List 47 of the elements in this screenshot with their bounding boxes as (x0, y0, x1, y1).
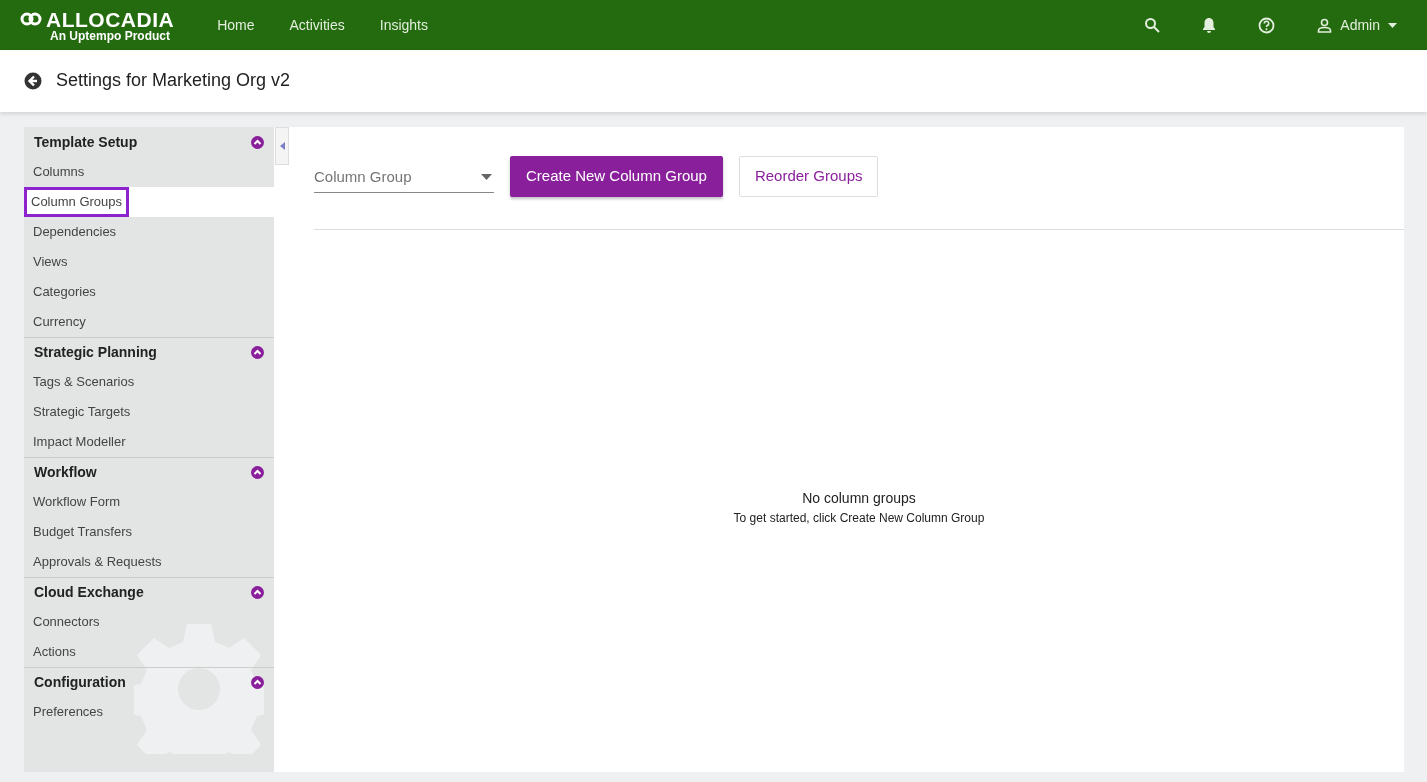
caret-left-icon (279, 142, 285, 150)
section-title: Strategic Planning (34, 343, 157, 362)
sidebar-item[interactable]: Impact Modeller (30, 432, 129, 452)
brand-tagline: An Uptempo Product (50, 29, 171, 42)
caret-icon (1388, 22, 1397, 28)
collapse-chevron-icon[interactable] (251, 466, 264, 479)
sidebar-item[interactable]: Columns (30, 162, 88, 182)
sidebar-item[interactable]: Currency (30, 312, 89, 332)
sidebar-item[interactable]: Connectors (30, 612, 103, 632)
sidebar-item[interactable]: Column Groups (24, 187, 130, 217)
sidebar-item[interactable]: Dependencies (30, 222, 120, 242)
create-group-button[interactable]: Create New Column Group (510, 156, 723, 197)
sidebar-item[interactable]: Tags & Scenarios (30, 372, 138, 392)
nav-link[interactable]: Insights (379, 14, 428, 36)
collapse-chevron-icon[interactable] (251, 135, 264, 149)
section-title: Cloud Exchange (34, 583, 144, 602)
logo-icon (20, 11, 42, 27)
sidebar-item[interactable]: Actions (30, 642, 79, 662)
user-menu[interactable]: Admin (1317, 14, 1397, 36)
sidebar-item[interactable]: Approvals & Requests (30, 552, 165, 572)
collapse-sidebar-button[interactable] (275, 127, 289, 165)
sidebar-item[interactable]: Workflow Form (30, 492, 124, 512)
collapse-chevron-icon[interactable] (251, 346, 264, 359)
nav-link[interactable]: Activities (289, 14, 345, 36)
reorder-groups-button[interactable]: Reorder Groups (738, 156, 879, 197)
sidebar-item[interactable]: Budget Transfers (30, 522, 135, 542)
user-icon (1317, 17, 1333, 33)
empty-state-hint: To get started, click Create New Column Group (733, 509, 985, 527)
collapse-chevron-icon[interactable] (251, 676, 264, 689)
back-icon[interactable] (24, 72, 42, 90)
section-title: Workflow (34, 463, 97, 482)
sidebar-item[interactable]: Categories (30, 282, 99, 302)
empty-state-title: No column groups (802, 488, 916, 508)
brand-name: ALLOCADIA (46, 8, 175, 30)
bell-icon[interactable] (1202, 17, 1217, 33)
help-icon[interactable] (1258, 16, 1276, 34)
column-group-select[interactable]: Column Group (314, 159, 494, 193)
search-icon[interactable] (1144, 17, 1161, 33)
page-title: Settings for Marketing Org v2 (56, 70, 291, 92)
sidebar-item[interactable]: Preferences (30, 702, 107, 722)
collapse-chevron-icon[interactable] (251, 586, 264, 599)
sidebar-item[interactable]: Views (30, 252, 71, 272)
section-title: Configuration (34, 673, 126, 692)
section-title: Template Setup (34, 132, 138, 152)
nav-link[interactable]: Home (217, 14, 255, 36)
sidebar-item[interactable]: Strategic Targets (30, 402, 134, 422)
dropdown-caret-icon (481, 173, 492, 180)
